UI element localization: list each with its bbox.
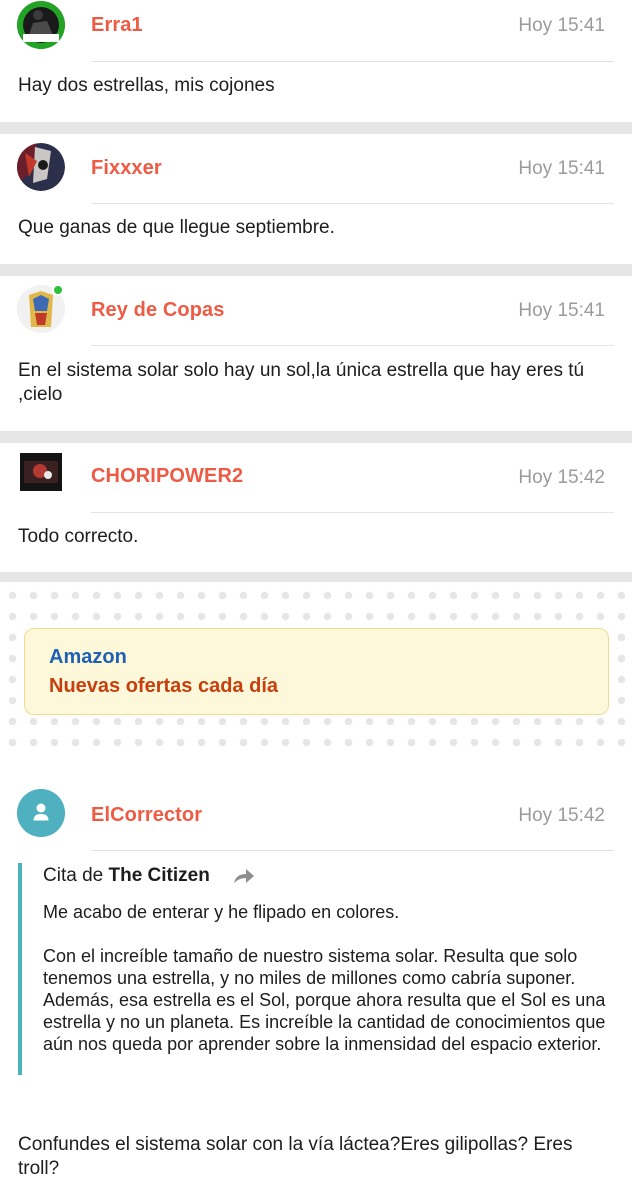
ad-brand: Amazon [49, 646, 127, 668]
ad-slogan: Nuevas ofertas cada día [49, 675, 278, 697]
quote-paragraph: Me acabo de enterar y he flipado en colo… [43, 902, 400, 922]
online-status-indicator [52, 284, 64, 296]
post-separator [0, 122, 632, 134]
avatar-image [20, 453, 62, 491]
comment-post: Erra1 Hoy 15:41 Hay dos estrellas, mis c… [0, 0, 632, 122]
post-time: Hoy 15:41 [518, 158, 605, 179]
user-avatar[interactable] [17, 143, 65, 191]
post-time: Hoy 15:42 [518, 467, 605, 488]
comment-post: Fixxxer Hoy 15:41 Que ganas de que llegu… [0, 134, 632, 264]
header-divider [91, 850, 614, 851]
go-to-quote-arrow-icon[interactable] [232, 867, 256, 885]
header-divider [91, 203, 614, 204]
comment-text: Confundes el sistema solar con la vía lá… [18, 1134, 573, 1179]
user-avatar[interactable] [17, 1, 65, 49]
comment-text: Todo correcto. [18, 526, 139, 547]
header-divider [91, 512, 614, 513]
post-time: Hoy 15:41 [518, 300, 605, 321]
post-separator [0, 572, 632, 582]
username-link[interactable]: Fixxxer [91, 157, 162, 180]
comment-text: Que ganas de que llegue septiembre. [18, 217, 335, 238]
comment-text: Hay dos estrellas, mis cojones [18, 75, 275, 96]
user-avatar[interactable] [17, 789, 65, 837]
quote-header: Cita de The Citizen [43, 865, 210, 887]
quote-author-link[interactable]: The Citizen [108, 865, 209, 886]
comment-post: Rey de Copas Hoy 15:41 En el sistema sol… [0, 276, 632, 431]
quote-paragraph: Con el increíble tamaño de nuestro siste… [43, 946, 606, 1054]
post-time: Hoy 15:41 [518, 15, 605, 36]
username-link[interactable]: Rey de Copas [91, 299, 224, 322]
quote-prefix: Cita de [43, 865, 104, 886]
quoted-comment: Cita de The Citizen Me acabo de enterar … [18, 863, 614, 1075]
post-separator [0, 431, 632, 443]
default-user-icon [17, 789, 65, 837]
user-avatar[interactable] [20, 453, 62, 491]
username-link[interactable]: ElCorrector [91, 804, 202, 827]
avatar-image [17, 1, 65, 49]
comment-post: CHORIPOWER2 Hoy 15:42 Todo correcto. [0, 443, 632, 572]
post-time: Hoy 15:42 [518, 805, 605, 826]
post-separator [0, 264, 632, 276]
avatar-image [17, 143, 65, 191]
ad-banner-area: Amazon Nuevas ofertas cada día [0, 582, 632, 757]
header-divider [91, 61, 614, 62]
username-link[interactable]: CHORIPOWER2 [91, 465, 243, 488]
comment-text: En el sistema solar solo hay un sol,la ú… [18, 360, 585, 405]
username-link[interactable]: Erra1 [91, 14, 143, 37]
ad-card[interactable]: Amazon Nuevas ofertas cada día [24, 628, 609, 715]
header-divider [91, 345, 614, 346]
